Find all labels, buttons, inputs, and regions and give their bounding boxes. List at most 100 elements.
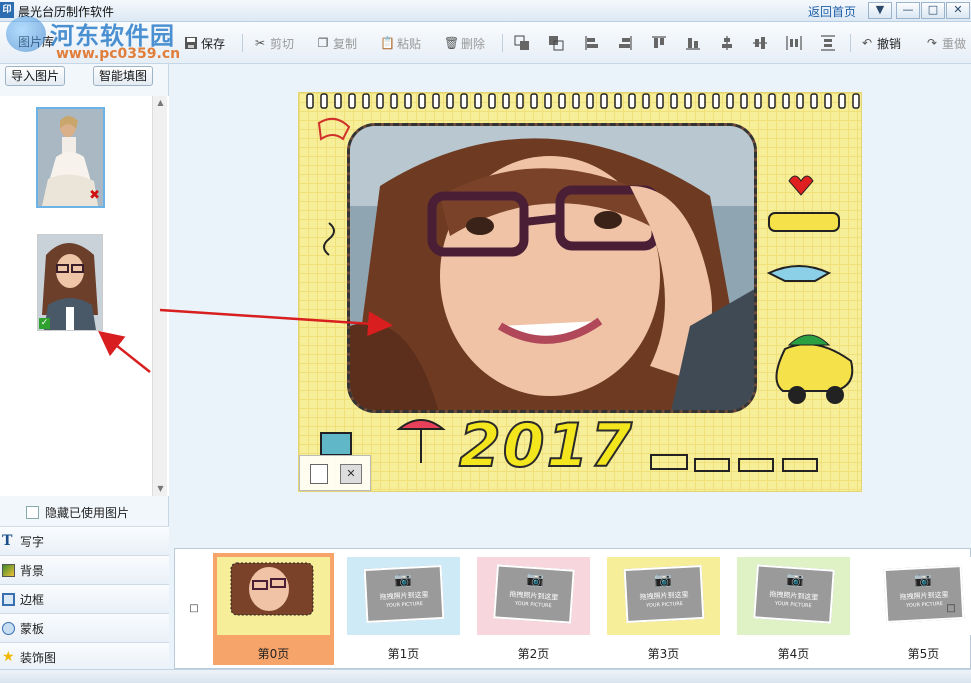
- calendar-page[interactable]: 2017 ✕: [298, 92, 862, 492]
- scroll-down-icon[interactable]: ▼: [153, 482, 168, 496]
- page-thumbnail: 📷 拖拽照片到这里 YOUR PICTURE: [737, 557, 850, 635]
- status-bar: [0, 669, 971, 683]
- close-button[interactable]: ✕: [946, 2, 970, 19]
- border-icon: [2, 592, 15, 606]
- menu-item-label: 蒙板: [20, 621, 45, 636]
- copy-label: 复制: [333, 36, 358, 51]
- mask-icon: [2, 621, 15, 635]
- app-icon: 印: [0, 2, 14, 18]
- copy-icon: ❐: [317, 36, 329, 50]
- delete-label: 删除: [461, 36, 486, 51]
- page-filmstrip: □ 第0页 📷 拖拽照片到这里 YOUR PICTURE 第1页 📷 拖拽照片到这里 YOUR…: [174, 548, 971, 669]
- photo-placeholder: 📷 拖拽照片到这里 YOUR PICTURE: [753, 564, 835, 624]
- frame-tools: ✕: [299, 455, 371, 491]
- distribute-vertical-icon[interactable]: [820, 35, 836, 51]
- filmstrip-page[interactable]: 📷 拖拽照片到这里 YOUR PICTURE 第4页: [733, 553, 854, 665]
- delete-button[interactable]: 🗑 删除: [444, 34, 485, 52]
- save-icon: [184, 36, 198, 50]
- menu-item-label: 边框: [20, 592, 45, 607]
- align-left-icon[interactable]: [584, 35, 600, 51]
- menu-item-mask[interactable]: 蒙板: [0, 613, 169, 642]
- undo-label: 撤销: [877, 36, 902, 51]
- page-label: 第3页: [647, 647, 680, 661]
- page-label: 第4页: [777, 647, 810, 661]
- toolbar-divider: [502, 34, 503, 52]
- text-icon: T: [2, 532, 13, 549]
- menu-item-label: 装饰图: [20, 650, 57, 665]
- menu-item-label: 写字: [20, 534, 45, 549]
- hide-used-label: 隐藏已使用图片: [45, 506, 130, 520]
- menu-item-background[interactable]: 背景: [0, 555, 169, 584]
- cut-label: 剪切: [270, 36, 295, 51]
- maximize-button[interactable]: □: [921, 2, 945, 19]
- filmstrip-page[interactable]: 第0页: [213, 553, 334, 665]
- undo-button[interactable]: ↶ 撤销: [860, 34, 901, 52]
- background-icon: [2, 563, 15, 577]
- undo-icon: ↶: [861, 36, 873, 50]
- smart-fill-button[interactable]: 智能填图: [93, 66, 153, 86]
- page-label: 第0页: [257, 647, 290, 661]
- filmstrip-prev-icon[interactable]: □: [175, 549, 213, 668]
- align-right-icon[interactable]: [617, 35, 633, 51]
- calendar-year: 2017: [458, 410, 634, 482]
- distribute-horizontal-icon[interactable]: [786, 35, 802, 51]
- tab-image-library[interactable]: 图片库: [18, 33, 118, 53]
- page-thumbnail: 📷 拖拽照片到这里 YOUR PICTURE: [607, 557, 720, 635]
- filmstrip-page[interactable]: 📷 拖拽照片到这里 YOUR PICTURE 第1页: [343, 553, 464, 665]
- trash-icon: 🗑: [444, 36, 460, 50]
- scissors-icon: ✂: [254, 36, 266, 50]
- thumbnail-scrollbar[interactable]: ▲ ▼: [152, 96, 167, 496]
- check-icon: ✓: [39, 318, 50, 329]
- align-middle-icon[interactable]: [752, 35, 768, 51]
- girl-photo: [38, 235, 102, 330]
- align-top-icon[interactable]: [651, 35, 667, 51]
- copy-button[interactable]: ❐ 复制: [316, 34, 357, 52]
- menu-item-border[interactable]: 边框: [0, 584, 169, 613]
- window-title: 晨光台历制作软件: [18, 5, 115, 19]
- photo-placeholder: 📷 拖拽照片到这里 YOUR PICTURE: [363, 564, 445, 624]
- toolbar-divider: [242, 34, 243, 52]
- bring-front-icon[interactable]: [514, 35, 530, 51]
- align-center-vertical-icon[interactable]: [719, 35, 735, 51]
- side-menu: T 写字 背景 边框 蒙板 ★ 装饰图: [0, 526, 169, 671]
- hide-used-option[interactable]: 隐藏已使用图片: [26, 504, 129, 521]
- return-home-link[interactable]: 返回首页: [808, 3, 856, 20]
- page-thumbnail: 📷 拖拽照片到这里 YOUR PICTURE: [477, 557, 590, 635]
- scroll-up-icon[interactable]: ▲: [153, 96, 168, 110]
- dropdown-menu-button[interactable]: ▼: [868, 2, 892, 19]
- image-thumbnail[interactable]: ✓: [37, 234, 103, 331]
- paste-label: 粘贴: [397, 36, 422, 51]
- remove-photo-icon[interactable]: ✕: [340, 464, 362, 484]
- photo-placeholder: 📷 拖拽照片到这里 YOUR PICTURE: [623, 564, 705, 624]
- menu-item-label: 背景: [20, 563, 45, 578]
- star-icon: ★: [2, 648, 15, 665]
- toolbar-divider: [850, 34, 851, 52]
- page-thumbnail: [217, 557, 330, 635]
- minimize-button[interactable]: —: [896, 2, 920, 19]
- paste-button[interactable]: 📋 粘贴: [380, 34, 421, 52]
- import-image-button[interactable]: 导入图片: [5, 66, 65, 86]
- redo-icon: ↷: [926, 36, 938, 50]
- save-button[interactable]: 保存: [184, 34, 225, 52]
- paste-icon: 📋: [380, 36, 395, 50]
- hide-used-checkbox[interactable]: [26, 506, 39, 519]
- menu-item-decoration[interactable]: ★ 装饰图: [0, 642, 169, 671]
- toolbar: 保存 ✂ 剪切 ❐ 复制 📋 粘贴 🗑 删除 ↶ 撤销 ↷ 重做: [0, 22, 971, 64]
- image-thumbnail[interactable]: ✖: [36, 107, 105, 208]
- remove-icon[interactable]: ✖: [89, 188, 100, 203]
- align-bottom-icon[interactable]: [685, 35, 701, 51]
- filmstrip-page[interactable]: 📷 拖拽照片到这里 YOUR PICTURE 第2页: [473, 553, 594, 665]
- filmstrip-next-icon[interactable]: □: [932, 549, 970, 668]
- frame-select-icon[interactable]: [310, 464, 328, 484]
- page-preview-photo: [217, 557, 330, 635]
- save-label: 保存: [201, 36, 226, 51]
- menu-item-text[interactable]: T 写字: [0, 526, 169, 555]
- filmstrip-page[interactable]: 📷 拖拽照片到这里 YOUR PICTURE 第3页: [603, 553, 724, 665]
- image-thumbnail-list: ✖ ✓: [0, 96, 169, 496]
- photo-placeholder: 📷 拖拽照片到这里 YOUR PICTURE: [493, 564, 575, 624]
- redo-button[interactable]: ↷ 重做: [925, 34, 966, 52]
- cut-button[interactable]: ✂ 剪切: [253, 34, 294, 52]
- title-bar: 印 晨光台历制作软件 返回首页 ▼ — □ ✕: [0, 0, 971, 22]
- page-label: 第1页: [387, 647, 420, 661]
- send-back-icon[interactable]: [548, 35, 564, 51]
